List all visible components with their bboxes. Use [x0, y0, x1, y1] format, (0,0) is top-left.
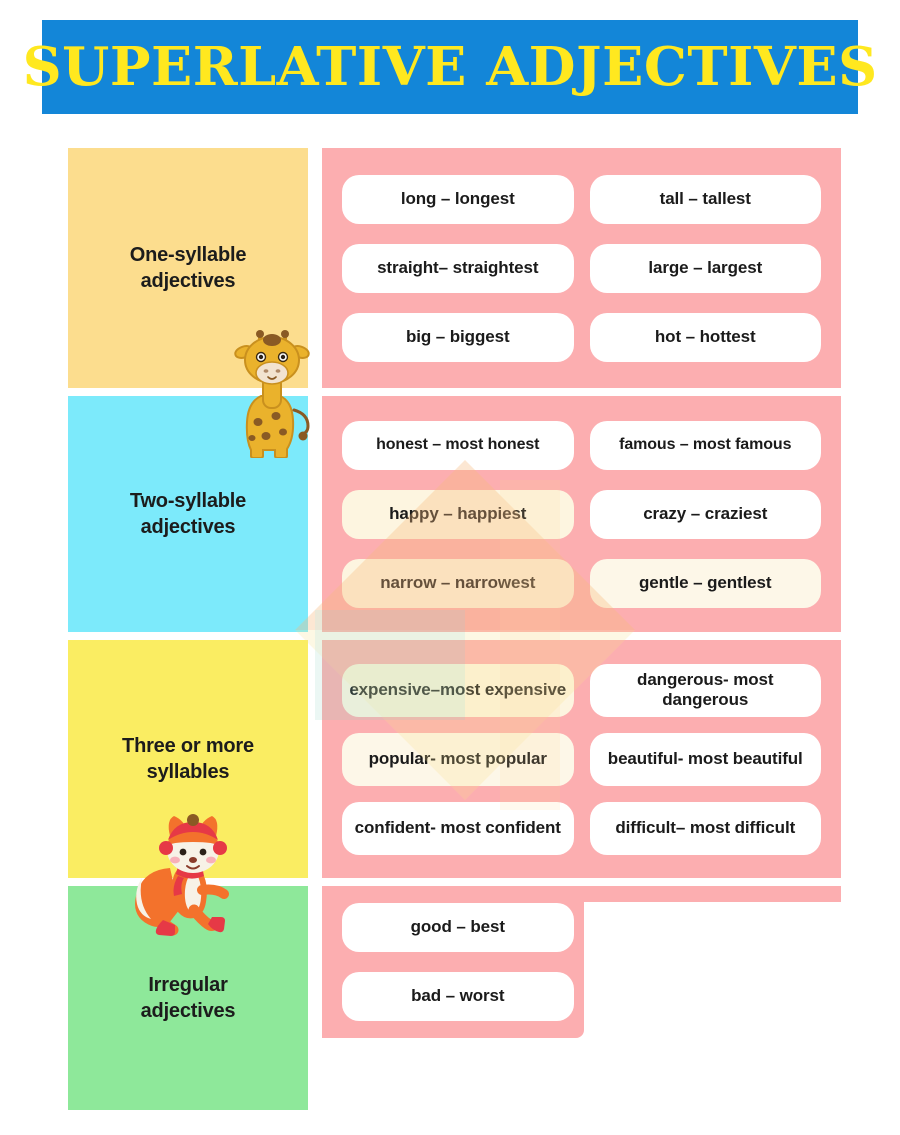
adjective-pill[interactable]: long – longest	[334, 165, 582, 234]
adjective-pair-text: gentle – gentlest	[589, 558, 821, 608]
adjective-pill-spacer	[582, 893, 830, 962]
adjective-pair-text: good – best	[342, 903, 574, 952]
adjective-pill[interactable]: gentle – gentlest	[582, 549, 830, 618]
adjective-pair-text: difficult– most difficult	[589, 801, 821, 855]
adjective-pill[interactable]: crazy – craziest	[582, 480, 830, 549]
adjective-pill[interactable]: bad – worst	[334, 962, 582, 1031]
adjective-pill[interactable]: large – largest	[582, 234, 830, 303]
pill-grid-irregular: good – best bad – worst	[322, 886, 841, 1038]
adjective-pair-text: big – biggest	[342, 312, 574, 362]
adjective-pill[interactable]: hot – hottest	[582, 303, 830, 372]
category-block-irregular: Irregular adjectives	[68, 886, 308, 1110]
adjective-pair-text: crazy – craziest	[589, 489, 821, 539]
category-block-one-syllable: One-syllable adjectives	[68, 148, 308, 388]
adjective-pill[interactable]: happy – happiest	[334, 480, 582, 549]
category-label: Three or more syllables	[114, 733, 262, 786]
adjective-pill[interactable]: good – best	[334, 893, 582, 962]
category-label-line2: adjectives	[140, 516, 236, 538]
adjective-pair-text: bad – worst	[342, 972, 574, 1021]
category-label-line1: Two-syllable	[129, 489, 247, 512]
category-label: Irregular adjectives	[133, 972, 244, 1025]
category-label-line1: Irregular	[148, 973, 228, 996]
adjective-pair-text: long – longest	[342, 174, 574, 224]
adjective-pill[interactable]: famous – most famous	[582, 411, 830, 480]
adjective-pill[interactable]: beautiful- most beautiful	[582, 725, 830, 794]
adjective-pair-text: expensive–most expensive	[342, 663, 574, 717]
adjective-pill[interactable]: expensive–most expensive	[334, 656, 582, 725]
adjective-pair-text: famous – most famous	[589, 420, 821, 470]
superlative-adjectives-table: One-syllable adjectives long – longest t…	[0, 0, 900, 1135]
adjective-pair-text: confident- most confident	[342, 801, 574, 855]
category-block-two-syllable: Two-syllable adjectives	[68, 396, 308, 632]
adjective-pill[interactable]: narrow – narrowest	[334, 549, 582, 618]
adjective-pair-text: honest – most honest	[342, 420, 574, 470]
adjective-pair-text: hot – hottest	[589, 312, 821, 362]
adjective-pair-text: beautiful- most beautiful	[589, 732, 821, 786]
category-label-line1: Three or more	[122, 734, 254, 757]
adjective-pill[interactable]: tall – tallest	[582, 165, 830, 234]
pill-grid-two-syllable: honest – most honest famous – most famou…	[322, 396, 841, 632]
category-label-line2: syllables	[146, 761, 230, 783]
adjective-pill[interactable]: dangerous- most dangerous	[582, 656, 830, 725]
adjective-pair-text: popular- most popular	[342, 732, 574, 786]
category-block-three-or-more: Three or more syllables	[68, 640, 308, 878]
adjective-pill[interactable]: honest – most honest	[334, 411, 582, 480]
adjective-pair-text: tall – tallest	[589, 174, 821, 224]
adjective-pair-text: narrow – narrowest	[342, 558, 574, 608]
category-label-line2: adjectives	[140, 1000, 236, 1022]
category-label: One-syllable adjectives	[122, 242, 255, 295]
category-label-line1: One-syllable	[129, 243, 247, 266]
adjective-pill[interactable]: difficult– most difficult	[582, 794, 830, 863]
category-label: Two-syllable adjectives	[122, 488, 254, 541]
adjective-pill[interactable]: big – biggest	[334, 303, 582, 372]
adjective-pair-text: large – largest	[589, 243, 821, 293]
adjective-pair-text: dangerous- most dangerous	[589, 663, 821, 717]
adjective-pair-text: straight– straightest	[342, 243, 574, 293]
adjective-pair-text: happy – happiest	[342, 489, 574, 539]
adjective-pill-spacer	[582, 962, 830, 1031]
category-label-line2: adjectives	[140, 270, 236, 292]
adjective-pill[interactable]: popular- most popular	[334, 725, 582, 794]
adjective-pill[interactable]: confident- most confident	[334, 794, 582, 863]
pill-grid-three-or-more: expensive–most expensive dangerous- most…	[322, 640, 841, 878]
pill-grid-one-syllable: long – longest tall – tallest straight– …	[322, 148, 841, 388]
adjective-pill[interactable]: straight– straightest	[334, 234, 582, 303]
